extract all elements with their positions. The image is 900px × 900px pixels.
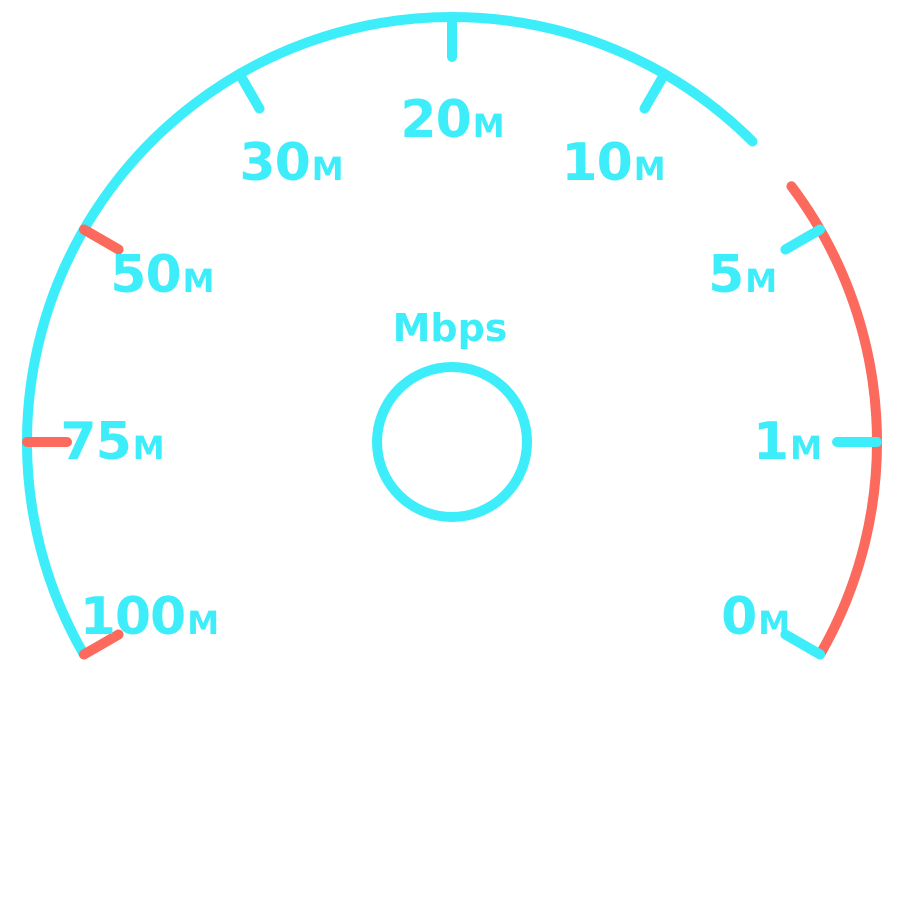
scale-label-unit: M bbox=[745, 261, 777, 300]
scale-label-number: 75 bbox=[60, 412, 131, 472]
scale-label-unit: M bbox=[790, 429, 822, 467]
scale-label-number: 10 bbox=[561, 133, 632, 194]
scale-label-unit: M bbox=[472, 107, 505, 145]
scale-label-unit: M bbox=[311, 150, 344, 189]
scale-label: 0M bbox=[721, 587, 790, 647]
scale-label-number: 100 bbox=[79, 587, 187, 647]
scale-label-number: 0 bbox=[721, 587, 757, 647]
scale-label: 10M bbox=[561, 133, 666, 194]
scale-label: 100M bbox=[79, 587, 219, 647]
scale-label-unit: M bbox=[182, 261, 215, 300]
scale-label-unit: M bbox=[758, 604, 790, 642]
scale-label: 20M bbox=[400, 90, 505, 150]
scale-label: 75M bbox=[60, 412, 165, 472]
scale-label: 50M bbox=[110, 244, 215, 305]
scale-tick bbox=[780, 224, 826, 255]
scale-label-unit: M bbox=[132, 429, 165, 467]
scale-label-number: 5 bbox=[708, 244, 744, 305]
scale-label-unit: M bbox=[187, 604, 219, 642]
scale-tick bbox=[780, 629, 826, 660]
scale-label: 30M bbox=[239, 133, 344, 194]
unit-label: Mbps bbox=[392, 306, 508, 350]
speedometer-gauge: Mbps 0M 1M 5M 10M 20M 30M 50M 75M 100M bbox=[0, 0, 900, 900]
gauge-center-hub bbox=[372, 362, 532, 522]
scale-label-number: 1 bbox=[752, 412, 789, 472]
scale-label-number: 50 bbox=[110, 244, 181, 305]
scale-label: 1M bbox=[752, 412, 822, 472]
scale-label-number: 20 bbox=[400, 90, 471, 150]
scale-label: 5M bbox=[708, 244, 777, 305]
scale-label-number: 30 bbox=[239, 133, 310, 194]
scale-label-unit: M bbox=[633, 150, 666, 189]
scale-tick bbox=[234, 68, 265, 114]
scale-tick bbox=[639, 68, 670, 114]
